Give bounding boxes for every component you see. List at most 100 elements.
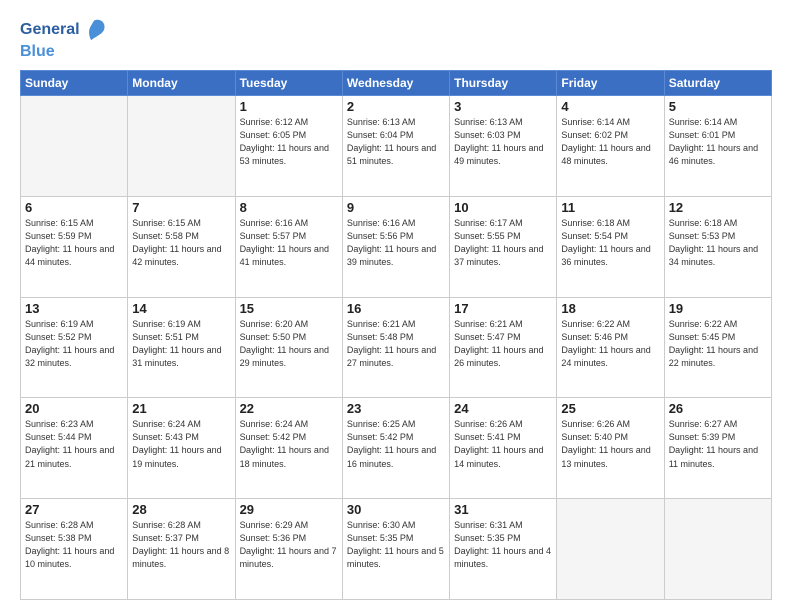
- calendar-week-row: 27 Sunrise: 6:28 AM Sunset: 5:38 PM Dayli…: [21, 499, 772, 600]
- day-number: 30: [347, 502, 445, 517]
- calendar-cell: 12 Sunrise: 6:18 AM Sunset: 5:53 PM Dayli…: [664, 196, 771, 297]
- day-number: 28: [132, 502, 230, 517]
- calendar-cell: 20 Sunrise: 6:23 AM Sunset: 5:44 PM Dayli…: [21, 398, 128, 499]
- day-number: 20: [25, 401, 123, 416]
- day-info: Sunrise: 6:19 AM Sunset: 5:52 PM Dayligh…: [25, 318, 123, 370]
- day-info: Sunrise: 6:29 AM Sunset: 5:36 PM Dayligh…: [240, 519, 338, 571]
- calendar-cell: 27 Sunrise: 6:28 AM Sunset: 5:38 PM Dayli…: [21, 499, 128, 600]
- calendar-cell: 4 Sunrise: 6:14 AM Sunset: 6:02 PM Daylig…: [557, 96, 664, 197]
- day-number: 16: [347, 301, 445, 316]
- calendar-cell: 3 Sunrise: 6:13 AM Sunset: 6:03 PM Daylig…: [450, 96, 557, 197]
- day-info: Sunrise: 6:23 AM Sunset: 5:44 PM Dayligh…: [25, 418, 123, 470]
- calendar-cell: 5 Sunrise: 6:14 AM Sunset: 6:01 PM Daylig…: [664, 96, 771, 197]
- calendar-cell: [128, 96, 235, 197]
- calendar-cell: 21Sunrise: 6:24 AM Sunset: 5:43 PM Dayli…: [128, 398, 235, 499]
- calendar-cell: [557, 499, 664, 600]
- day-number: 15: [240, 301, 338, 316]
- day-info: Sunrise: 6:13 AM Sunset: 6:04 PM Dayligh…: [347, 116, 445, 168]
- calendar-cell: 29Sunrise: 6:29 AM Sunset: 5:36 PM Dayli…: [235, 499, 342, 600]
- day-info: Sunrise: 6:18 AM Sunset: 5:54 PM Dayligh…: [561, 217, 659, 269]
- day-info: Sunrise: 6:31 AM Sunset: 5:35 PM Dayligh…: [454, 519, 552, 571]
- day-info: Sunrise: 6:20 AM Sunset: 5:50 PM Dayligh…: [240, 318, 338, 370]
- calendar-week-row: 6 Sunrise: 6:15 AM Sunset: 5:59 PM Daylig…: [21, 196, 772, 297]
- calendar-day-header: Tuesday: [235, 71, 342, 96]
- day-number: 13: [25, 301, 123, 316]
- day-number: 23: [347, 401, 445, 416]
- logo-blue-text: Blue: [20, 43, 55, 60]
- calendar-cell: 1 Sunrise: 6:12 AM Sunset: 6:05 PM Daylig…: [235, 96, 342, 197]
- day-info: Sunrise: 6:17 AM Sunset: 5:55 PM Dayligh…: [454, 217, 552, 269]
- day-info: Sunrise: 6:19 AM Sunset: 5:51 PM Dayligh…: [132, 318, 230, 370]
- day-number: 5: [669, 99, 767, 114]
- day-number: 19: [669, 301, 767, 316]
- day-info: Sunrise: 6:30 AM Sunset: 5:35 PM Dayligh…: [347, 519, 445, 571]
- day-info: Sunrise: 6:16 AM Sunset: 5:57 PM Dayligh…: [240, 217, 338, 269]
- day-info: Sunrise: 6:15 AM Sunset: 5:58 PM Dayligh…: [132, 217, 230, 269]
- day-info: Sunrise: 6:12 AM Sunset: 6:05 PM Dayligh…: [240, 116, 338, 168]
- calendar-week-row: 1 Sunrise: 6:12 AM Sunset: 6:05 PM Daylig…: [21, 96, 772, 197]
- calendar-cell: 23 Sunrise: 6:25 AM Sunset: 5:42 PM Dayli…: [342, 398, 449, 499]
- day-info: Sunrise: 6:14 AM Sunset: 6:02 PM Dayligh…: [561, 116, 659, 168]
- calendar-cell: 6 Sunrise: 6:15 AM Sunset: 5:59 PM Daylig…: [21, 196, 128, 297]
- day-number: 12: [669, 200, 767, 215]
- day-number: 1: [240, 99, 338, 114]
- calendar-week-row: 20 Sunrise: 6:23 AM Sunset: 5:44 PM Dayli…: [21, 398, 772, 499]
- calendar-day-header: Friday: [557, 71, 664, 96]
- day-number: 17: [454, 301, 552, 316]
- day-info: Sunrise: 6:15 AM Sunset: 5:59 PM Dayligh…: [25, 217, 123, 269]
- day-number: 3: [454, 99, 552, 114]
- day-info: Sunrise: 6:13 AM Sunset: 6:03 PM Dayligh…: [454, 116, 552, 168]
- day-number: 4: [561, 99, 659, 114]
- day-info: Sunrise: 6:26 AM Sunset: 5:40 PM Dayligh…: [561, 418, 659, 470]
- calendar-cell: 14 Sunrise: 6:19 AM Sunset: 5:51 PM Dayli…: [128, 297, 235, 398]
- calendar-cell: 9 Sunrise: 6:16 AM Sunset: 5:56 PM Daylig…: [342, 196, 449, 297]
- calendar-cell: 19Sunrise: 6:22 AM Sunset: 5:45 PM Dayli…: [664, 297, 771, 398]
- day-number: 25: [561, 401, 659, 416]
- calendar-cell: 18 Sunrise: 6:22 AM Sunset: 5:46 PM Dayli…: [557, 297, 664, 398]
- day-number: 26: [669, 401, 767, 416]
- day-info: Sunrise: 6:28 AM Sunset: 5:37 PM Dayligh…: [132, 519, 230, 571]
- day-number: 18: [561, 301, 659, 316]
- calendar-day-header: Sunday: [21, 71, 128, 96]
- calendar-cell: 31 Sunrise: 6:31 AM Sunset: 5:35 PM Dayli…: [450, 499, 557, 600]
- day-number: 14: [132, 301, 230, 316]
- day-info: Sunrise: 6:21 AM Sunset: 5:47 PM Dayligh…: [454, 318, 552, 370]
- calendar-cell: 15 Sunrise: 6:20 AM Sunset: 5:50 PM Dayli…: [235, 297, 342, 398]
- day-number: 8: [240, 200, 338, 215]
- calendar-header-row: SundayMondayTuesdayWednesdayThursdayFrid…: [21, 71, 772, 96]
- calendar-cell: [664, 499, 771, 600]
- day-number: 11: [561, 200, 659, 215]
- calendar-day-header: Saturday: [664, 71, 771, 96]
- day-number: 27: [25, 502, 123, 517]
- calendar-cell: 8 Sunrise: 6:16 AM Sunset: 5:57 PM Daylig…: [235, 196, 342, 297]
- logo-bird-icon: [80, 16, 108, 44]
- day-info: Sunrise: 6:24 AM Sunset: 5:42 PM Dayligh…: [240, 418, 338, 470]
- day-info: Sunrise: 6:14 AM Sunset: 6:01 PM Dayligh…: [669, 116, 767, 168]
- day-number: 9: [347, 200, 445, 215]
- day-number: 22: [240, 401, 338, 416]
- day-info: Sunrise: 6:26 AM Sunset: 5:41 PM Dayligh…: [454, 418, 552, 470]
- calendar-cell: 7Sunrise: 6:15 AM Sunset: 5:58 PM Daylig…: [128, 196, 235, 297]
- calendar-cell: 30 Sunrise: 6:30 AM Sunset: 5:35 PM Dayli…: [342, 499, 449, 600]
- day-info: Sunrise: 6:18 AM Sunset: 5:53 PM Dayligh…: [669, 217, 767, 269]
- calendar-cell: 25 Sunrise: 6:26 AM Sunset: 5:40 PM Dayli…: [557, 398, 664, 499]
- calendar-cell: 26Sunrise: 6:27 AM Sunset: 5:39 PM Dayli…: [664, 398, 771, 499]
- calendar-cell: 22 Sunrise: 6:24 AM Sunset: 5:42 PM Dayli…: [235, 398, 342, 499]
- day-info: Sunrise: 6:28 AM Sunset: 5:38 PM Dayligh…: [25, 519, 123, 571]
- calendar-cell: 13 Sunrise: 6:19 AM Sunset: 5:52 PM Dayli…: [21, 297, 128, 398]
- day-info: Sunrise: 6:22 AM Sunset: 5:46 PM Dayligh…: [561, 318, 659, 370]
- day-number: 6: [25, 200, 123, 215]
- page: General Blue SundayMondayTuesdayWednesday…: [0, 0, 792, 612]
- day-info: Sunrise: 6:16 AM Sunset: 5:56 PM Dayligh…: [347, 217, 445, 269]
- day-number: 31: [454, 502, 552, 517]
- calendar-cell: 17 Sunrise: 6:21 AM Sunset: 5:47 PM Dayli…: [450, 297, 557, 398]
- day-number: 24: [454, 401, 552, 416]
- calendar-cell: [21, 96, 128, 197]
- calendar-day-header: Wednesday: [342, 71, 449, 96]
- day-number: 2: [347, 99, 445, 114]
- logo: General Blue: [20, 16, 108, 60]
- calendar-table: SundayMondayTuesdayWednesdayThursdayFrid…: [20, 70, 772, 600]
- logo-general-text: General: [20, 22, 80, 38]
- day-info: Sunrise: 6:24 AM Sunset: 5:43 PM Dayligh…: [132, 418, 230, 470]
- day-info: Sunrise: 6:25 AM Sunset: 5:42 PM Dayligh…: [347, 418, 445, 470]
